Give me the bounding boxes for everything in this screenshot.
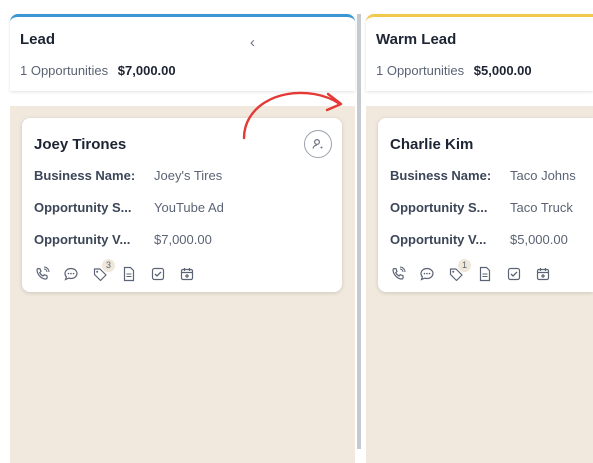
column-body: Charlie Kim Business Name: Taco Johns Opp… <box>366 106 593 463</box>
note-icon[interactable] <box>477 266 497 284</box>
field-label: Business Name: <box>390 168 492 183</box>
field-label: Opportunity V... <box>34 232 131 247</box>
pipeline-column-lead: Lead ‹ 1 Opportunities $7,000.00 Joey Ti… <box>10 14 355 463</box>
field-label: Opportunity S... <box>34 200 132 215</box>
opportunity-card[interactable]: Charlie Kim Business Name: Taco Johns Opp… <box>378 118 593 292</box>
field-value: Taco Truck <box>510 200 573 215</box>
chat-icon[interactable] <box>419 266 439 284</box>
field-value: Joey's Tires <box>154 168 223 183</box>
card-actions: 1 <box>390 259 564 284</box>
opportunity-count: 1 Opportunities <box>376 63 465 78</box>
field-business-name: Business Name: Taco Johns <box>390 168 576 183</box>
column-title: Lead <box>20 31 56 48</box>
tag-icon[interactable]: 1 <box>448 259 471 284</box>
field-business-name: Business Name: Joey's Tires <box>34 168 222 183</box>
field-label: Opportunity S... <box>390 200 488 215</box>
column-total: $5,000.00 <box>473 63 532 78</box>
tag-count-badge: 3 <box>102 259 115 272</box>
field-opportunity-value: Opportunity V... $7,000.00 <box>34 232 212 247</box>
field-opportunity-source: Opportunity S... YouTube Ad <box>34 200 224 215</box>
field-label: Opportunity V... <box>390 232 487 247</box>
phone-icon[interactable] <box>390 266 410 284</box>
field-opportunity-value: Opportunity V... $5,000.00 <box>390 232 568 247</box>
field-value: YouTube Ad <box>154 200 224 215</box>
chevron-left-icon[interactable]: ‹ <box>250 34 255 51</box>
field-label: Business Name: <box>34 168 136 183</box>
column-divider <box>357 14 361 449</box>
calendar-icon[interactable] <box>535 266 555 284</box>
pipeline-column-warm-lead: Warm Lead 1 Opportunities $5,000.00 Char… <box>366 14 593 463</box>
move-arrow-annotation <box>242 91 343 140</box>
field-value: $5,000.00 <box>510 232 568 247</box>
column-summary: 1 Opportunities $7,000.00 <box>20 63 176 78</box>
field-opportunity-source: Opportunity S... Taco Truck <box>390 200 573 215</box>
note-icon[interactable] <box>121 266 141 284</box>
contact-name[interactable]: Charlie Kim <box>390 136 473 153</box>
chat-icon[interactable] <box>63 266 83 284</box>
task-icon[interactable] <box>150 266 170 284</box>
column-title: Warm Lead <box>376 31 457 48</box>
contact-name[interactable]: Joey Tirones <box>34 136 126 153</box>
field-value: $7,000.00 <box>154 232 212 247</box>
column-body: Joey Tirones Business Name: Joey's Tires … <box>10 106 355 463</box>
column-total: $7,000.00 <box>117 63 176 78</box>
card-actions: 3 <box>34 259 208 284</box>
field-value: Taco Johns <box>510 168 576 183</box>
tag-icon[interactable]: 3 <box>92 259 115 284</box>
task-icon[interactable] <box>506 266 526 284</box>
column-summary: 1 Opportunities $5,000.00 <box>376 63 532 78</box>
calendar-icon[interactable] <box>179 266 199 284</box>
tag-count-badge: 1 <box>458 259 471 272</box>
phone-icon[interactable] <box>34 266 54 284</box>
column-header: Warm Lead 1 Opportunities $5,000.00 <box>366 14 593 91</box>
column-header: Lead ‹ 1 Opportunities $7,000.00 <box>10 14 355 91</box>
opportunity-count: 1 Opportunities <box>20 63 109 78</box>
